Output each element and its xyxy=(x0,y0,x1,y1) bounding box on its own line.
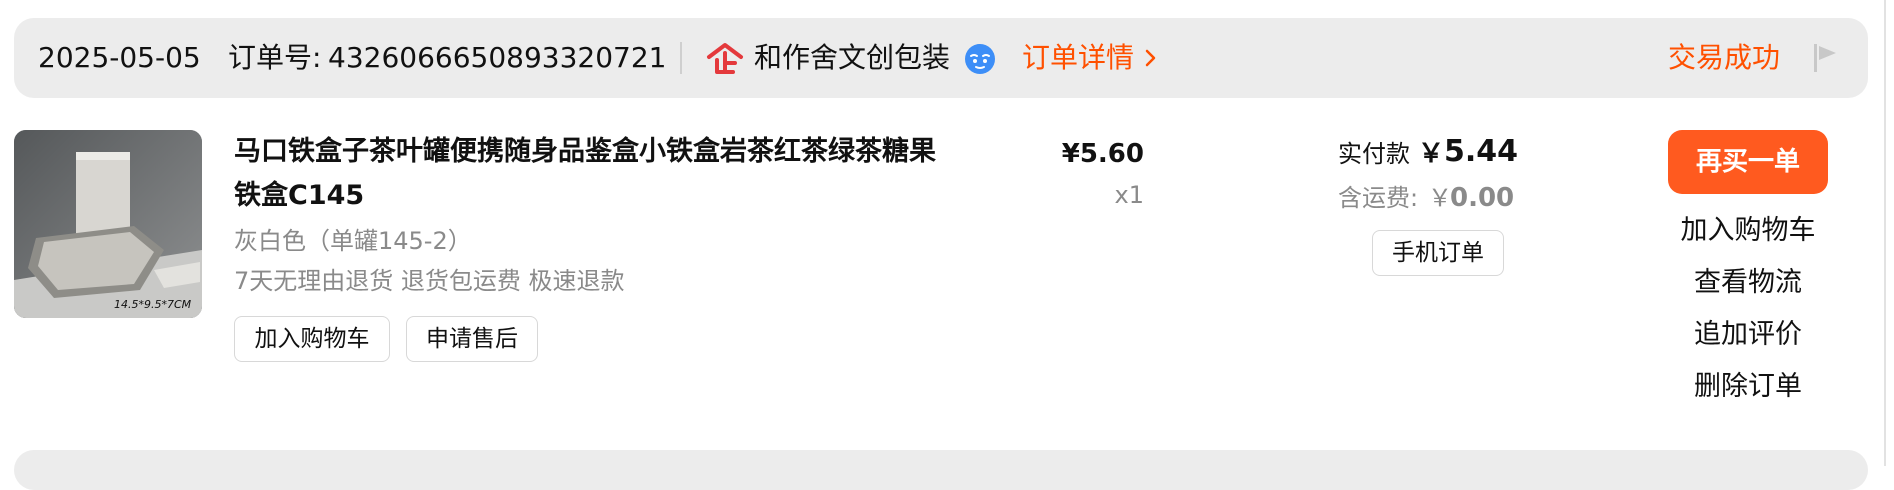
delete-order-link[interactable]: 删除订单 xyxy=(1668,368,1828,406)
add-review-link[interactable]: 追加评价 xyxy=(1668,316,1828,354)
image-caption: 14.5*9.5*7CM xyxy=(114,298,192,311)
order-number: 4326066650893320721 xyxy=(328,41,667,74)
scrollbar[interactable] xyxy=(1884,0,1886,466)
product-title[interactable]: 马口铁盒子茶叶罐便携随身品鉴盒小铁盒岩茶红茶绿茶糖果铁盒C145 xyxy=(234,130,954,218)
service-guarantees: 7天无理由退货 退货包运费 极速退款 xyxy=(234,267,625,295)
quantity: x1 xyxy=(1114,181,1144,209)
add-to-cart-button[interactable]: 加入购物车 xyxy=(234,316,390,362)
rebuy-button[interactable]: 再买一单 xyxy=(1668,130,1828,194)
tin-box-illustration: 14.5*9.5*7CM xyxy=(14,130,202,318)
paid-label: 实付款 xyxy=(1338,140,1410,168)
mobile-order-button[interactable]: 手机订单 xyxy=(1372,230,1504,276)
next-order-card xyxy=(14,450,1868,490)
order-detail-link[interactable]: 订单详情 xyxy=(1022,39,1134,77)
chevron-right-icon[interactable] xyxy=(1144,45,1158,71)
order-date: 2025-05-05 xyxy=(38,41,201,74)
shipping-amount: 0.00 xyxy=(1450,183,1515,213)
wangwang-chat-icon[interactable] xyxy=(962,40,998,76)
store-name[interactable]: 和作舍文创包装 xyxy=(754,39,950,77)
unit-price: ¥5.60 xyxy=(1061,139,1144,169)
flag-icon[interactable] xyxy=(1810,42,1840,74)
header-divider xyxy=(680,42,682,74)
shipping-currency: ￥ xyxy=(1428,184,1452,212)
enterprise-store-icon xyxy=(707,43,743,74)
add-to-cart-link[interactable]: 加入购物车 xyxy=(1668,212,1828,250)
shipping-label: 含运费: xyxy=(1338,184,1419,212)
order-header: 2025-05-05 订单号: 4326066650893320721 和作舍文… xyxy=(14,18,1868,98)
paid-currency: ￥ xyxy=(1418,139,1445,169)
product-image[interactable]: 14.5*9.5*7CM xyxy=(14,130,202,318)
paid-amount: 5.44 xyxy=(1444,134,1519,169)
after-sale-button[interactable]: 申请售后 xyxy=(406,316,538,362)
order-status: 交易成功 xyxy=(1668,41,1781,74)
view-logistics-link[interactable]: 查看物流 xyxy=(1668,264,1828,302)
product-sku: 灰白色（单罐145-2） xyxy=(234,227,472,255)
order-number-label: 订单号: xyxy=(228,41,322,74)
